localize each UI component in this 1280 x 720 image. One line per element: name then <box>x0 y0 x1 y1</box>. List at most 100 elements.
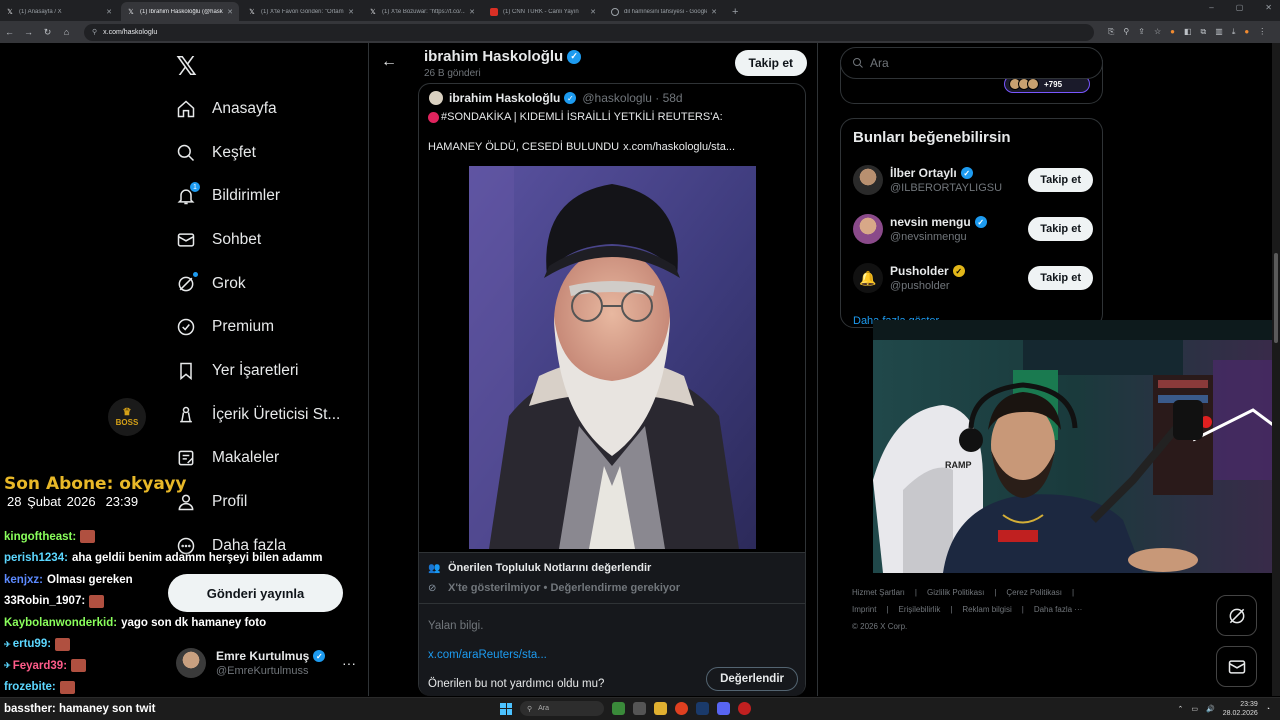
tweet-author-name[interactable]: ibrahim Haskoloğlu <box>449 91 560 105</box>
downloads-icon[interactable]: ⤓ <box>1232 27 1236 37</box>
sidebar-item-articles[interactable]: Makaleler <box>176 437 340 481</box>
steam-icon[interactable] <box>696 702 709 715</box>
zoom-icon[interactable]: ⚲ <box>1123 27 1129 37</box>
browser-tab[interactable]: 𝕏 (1) X'te Favori Gönderi: "Ortamı... ✕ <box>242 2 360 21</box>
extension-icon[interactable]: ◧ <box>1184 27 1192 37</box>
verified-gold-badge-icon: ✓ <box>952 265 965 277</box>
extension-icon[interactable]: ● <box>1170 27 1175 37</box>
bell-avatar-icon[interactable]: 🔔 <box>853 263 883 293</box>
footer-link[interactable]: Imprint <box>852 605 876 614</box>
back-arrow-icon[interactable]: ← <box>0 27 19 37</box>
follow-button[interactable]: Takip et <box>1028 217 1093 241</box>
sidebar-item-messages[interactable]: Sohbet <box>176 218 340 262</box>
sidebar-item-explore[interactable]: Keşfet <box>176 131 340 175</box>
footer-link[interactable]: Çerez Politikası <box>1006 588 1062 597</box>
sidebar-item-bookmarks[interactable]: Yer İşaretleri <box>176 349 340 393</box>
tweet-text-line: HAMANEY ÖLDÜ, CESEDİ BULUNDU x.com/haskol… <box>428 141 736 153</box>
browser-tab[interactable]: 𝕏 (1) X'te Bozuwar: "https://t.co/... ✕ <box>363 2 481 21</box>
footer-link[interactable]: Daha fazla ··· <box>1034 605 1082 614</box>
suggested-user[interactable]: nevsin mengu ✓ @nevsinmengu Takip et <box>853 211 1093 247</box>
suggested-user[interactable]: İlber Ortaylı ✓ @ILBERORTAYLIGSU Takip et <box>853 162 1093 198</box>
home-icon[interactable]: ⌂ <box>57 27 76 37</box>
install-icon[interactable]: ⎘ <box>1108 27 1114 37</box>
file-explorer-icon[interactable] <box>654 702 667 715</box>
bookmark-icon <box>176 361 196 381</box>
minimize-button[interactable]: – <box>1209 3 1213 12</box>
sidebar-item-creator-studio[interactable]: İçerik Üreticisi St... <box>176 393 340 437</box>
sidebar-item-profile[interactable]: Profil <box>176 480 340 524</box>
footer-link[interactable]: Erişilebilirlik <box>899 605 941 614</box>
url-field[interactable]: ⚲ x.com/haskologlu <box>84 23 1094 41</box>
scrollbar-thumb[interactable] <box>1274 253 1278 343</box>
close-tab-icon[interactable]: ✕ <box>711 8 717 16</box>
new-tab-button[interactable]: + <box>726 6 744 21</box>
reload-icon[interactable]: ↻ <box>38 27 57 38</box>
network-icon[interactable]: ▭ <box>1191 705 1198 713</box>
share-icon[interactable]: ⇪ <box>1138 27 1145 37</box>
extensions-puzzle-icon[interactable]: ⧉ <box>1201 27 1207 37</box>
sidebar-item-home[interactable]: Anasayfa <box>176 87 340 131</box>
rate-button[interactable]: Değerlendir <box>706 667 798 691</box>
maximize-button[interactable]: ▢ <box>1236 3 1244 12</box>
footer-link[interactable]: Gizlilik Politikası <box>927 588 984 597</box>
browser-tab[interactable]: (1) CNN TÜRK - Canlı Yayın ✕ <box>484 2 602 21</box>
widgets-icon[interactable] <box>612 702 625 715</box>
chat-message: ✈ Feyard39: <box>4 655 334 677</box>
avatar[interactable] <box>853 165 883 195</box>
tweet-author-handle[interactable]: @haskologlu · 58d <box>582 91 682 105</box>
task-view-icon[interactable] <box>633 702 646 715</box>
back-arrow-icon[interactable]: ← <box>381 53 397 71</box>
x-logo-icon[interactable]: 𝕏 <box>176 52 197 82</box>
close-tab-icon[interactable]: ✕ <box>348 8 354 16</box>
browser-tab-active[interactable]: 𝕏(1) İbrahim Haskoloğlu (@haskolo...✕ <box>121 2 239 21</box>
tweet-header: ibrahim Haskoloğlu ✓ @haskologlu · 58d <box>429 91 683 105</box>
avatar[interactable] <box>429 91 443 105</box>
close-tab-icon[interactable]: ✕ <box>590 8 596 16</box>
close-window-button[interactable]: ✕ <box>1265 3 1272 12</box>
footer-link[interactable]: Reklam bilgisi <box>962 605 1011 614</box>
bookmark-star-icon[interactable]: ☆ <box>1154 27 1161 37</box>
grok-button[interactable] <box>1216 595 1257 636</box>
sidebar-item-grok[interactable]: Grok <box>176 262 340 306</box>
os-taskbar: bassther: hamaney son twit ⚲ Ara ⌃ ▭ 🔊 23… <box>0 697 1280 720</box>
chrome-icon[interactable] <box>675 702 688 715</box>
notifications-icon[interactable]: ◔ <box>1266 706 1270 713</box>
tweet-link[interactable]: x.com/haskologlu/sta... <box>623 141 735 153</box>
community-note-link[interactable]: x.com/araReuters/sta... <box>428 649 547 661</box>
forward-arrow-icon[interactable]: → <box>19 27 38 37</box>
suggested-user[interactable]: 🔔 Pusholder ✓ @pusholder Takip et <box>853 260 1093 296</box>
volume-icon[interactable]: 🔊 <box>1206 705 1215 713</box>
tray-chevron-icon[interactable]: ⌃ <box>1178 705 1184 713</box>
sidebar-icon[interactable]: ▥ <box>1215 27 1223 37</box>
messages-button[interactable] <box>1216 646 1257 687</box>
browser-tab[interactable]: dil hamnesini tahsiyesi - Google... ✕ <box>605 2 723 21</box>
footer-link[interactable]: Hizmet Şartları <box>852 588 905 597</box>
site-info-icon[interactable]: ⚲ <box>92 28 97 36</box>
avatar[interactable] <box>853 214 883 244</box>
tweet-card[interactable]: ibrahim Haskoloğlu ✓ @haskologlu · 58d #… <box>418 83 806 696</box>
community-note-question: Önerilen bu not yardımcı oldu mu? <box>428 678 605 690</box>
start-button[interactable] <box>500 702 512 715</box>
obs-icon[interactable] <box>738 702 751 715</box>
address-bar: ← → ↻ ⌂ ⚲ x.com/haskologlu ⎘ ⚲ ⇪ ☆ ● ◧ ⧉… <box>0 21 1280 43</box>
follow-button[interactable]: Takip et <box>1028 168 1093 192</box>
taskbar-clock[interactable]: 23:39 28.02.2026 <box>1223 700 1258 718</box>
menu-icon[interactable]: ⋮ <box>1258 27 1266 37</box>
taskbar-search[interactable]: ⚲ Ara <box>520 701 604 716</box>
sidebar-item-premium[interactable]: Premium <box>176 305 340 349</box>
page-title: ibrahim Haskoloğlu <box>424 48 564 65</box>
follow-button[interactable]: Takip et <box>734 50 807 76</box>
browser-tab[interactable]: 𝕏 (1) Anasayfa / X ✕ <box>0 2 118 21</box>
close-tab-icon[interactable]: ✕ <box>227 8 233 16</box>
sidebar-item-notifications[interactable]: 1 Bildirimler <box>176 174 340 218</box>
search-input[interactable]: Ara <box>840 47 1103 79</box>
close-tab-icon[interactable]: ✕ <box>469 8 475 16</box>
profile-avatar-icon[interactable]: ● <box>1244 27 1249 37</box>
community-notes-title[interactable]: Önerilen Topluluk Notlarını değerlendir <box>448 562 651 574</box>
close-tab-icon[interactable]: ✕ <box>106 8 112 16</box>
tweet-photo[interactable] <box>469 166 756 549</box>
page-scrollbar[interactable] <box>1272 43 1280 696</box>
more-options-icon[interactable]: ··· <box>342 655 356 671</box>
discord-icon[interactable] <box>717 702 730 715</box>
follow-button[interactable]: Takip et <box>1028 266 1093 290</box>
